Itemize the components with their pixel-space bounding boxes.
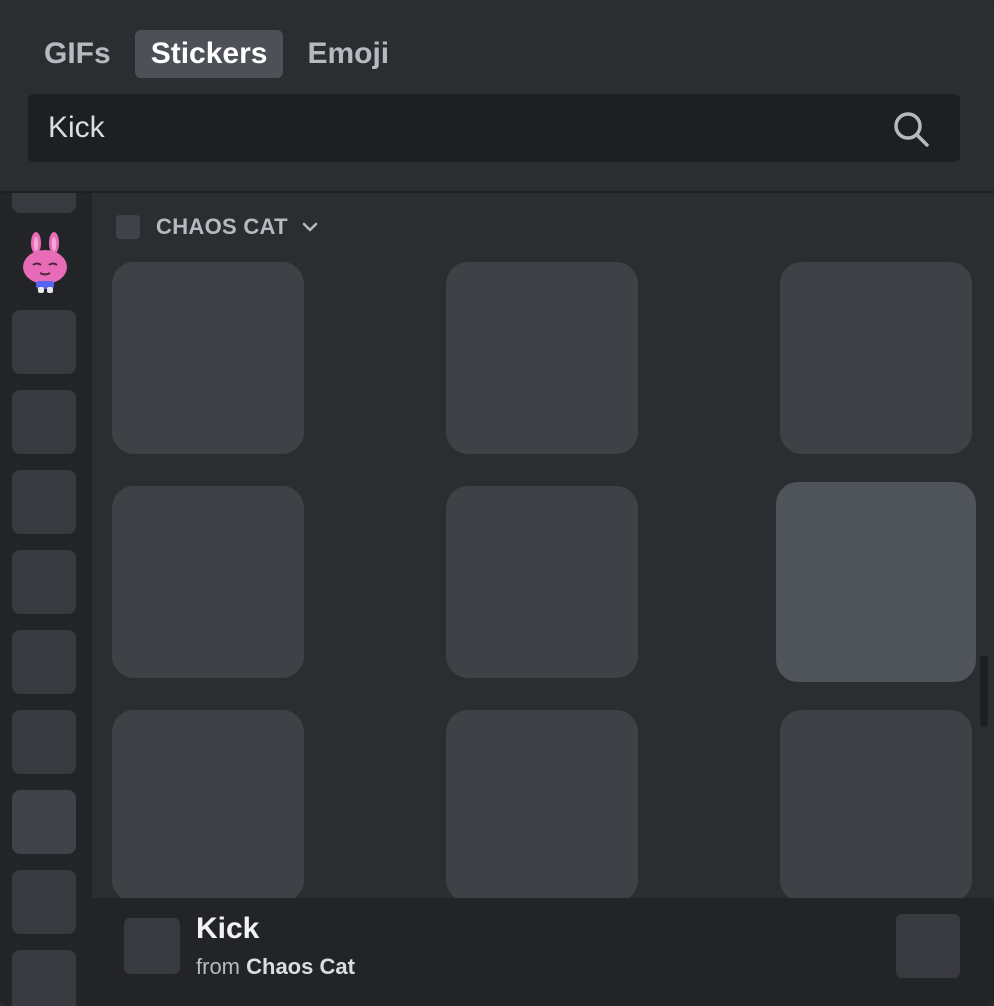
sticker-preview-footer: Kick from Chaos Cat xyxy=(92,898,994,1006)
sticker-grid-area: CHAOS CAT xyxy=(92,193,994,898)
sticker-tile[interactable] xyxy=(780,710,972,898)
sticker-tile[interactable] xyxy=(446,486,638,678)
bunny-pack-icon[interactable] xyxy=(18,231,74,295)
pack-action-button[interactable] xyxy=(896,914,960,978)
rail-pack-item[interactable] xyxy=(12,193,76,213)
scrollbar-thumb[interactable] xyxy=(980,655,988,727)
category-icon xyxy=(116,215,140,239)
rail-pack-item[interactable] xyxy=(12,870,76,934)
pack-name: Chaos Cat xyxy=(246,954,355,979)
sticker-source: from Chaos Cat xyxy=(196,954,355,980)
rail-pack-item-selected[interactable] xyxy=(12,790,76,854)
category-header[interactable]: CHAOS CAT xyxy=(116,214,320,239)
search-box xyxy=(28,94,960,162)
sticker-name: Kick xyxy=(196,912,260,945)
sticker-tile[interactable] xyxy=(112,486,304,678)
rail-pack-item[interactable] xyxy=(12,310,76,374)
rail-pack-item[interactable] xyxy=(12,630,76,694)
rail-pack-item[interactable] xyxy=(12,550,76,614)
sticker-tile-hovered[interactable] xyxy=(776,482,976,682)
tab-gifs[interactable]: GIFs xyxy=(28,30,127,78)
category-label: CHAOS CAT xyxy=(156,214,288,239)
sticker-preview-thumbnail xyxy=(124,918,180,974)
rail-pack-item[interactable] xyxy=(12,950,76,1006)
sticker-tile[interactable] xyxy=(780,262,972,454)
search-input[interactable] xyxy=(28,94,888,162)
picker-tabs: GIFs Stickers Emoji xyxy=(28,30,405,78)
search-icon[interactable] xyxy=(892,110,930,148)
tab-emoji[interactable]: Emoji xyxy=(291,30,405,78)
rail-pack-item[interactable] xyxy=(12,470,76,534)
sticker-tile[interactable] xyxy=(446,262,638,454)
sticker-tile[interactable] xyxy=(112,262,304,454)
sticker-pack-rail xyxy=(0,193,92,1006)
chevron-down-icon[interactable] xyxy=(300,217,320,237)
sticker-picker: GIFs Stickers Emoji Kick CHAOS CAT Kick … xyxy=(0,0,994,1006)
rail-pack-item[interactable] xyxy=(12,710,76,774)
from-prefix: from xyxy=(196,954,240,979)
sticker-tile[interactable] xyxy=(446,710,638,898)
tab-stickers[interactable]: Stickers xyxy=(134,30,284,78)
picker-header: GIFs Stickers Emoji xyxy=(0,0,994,193)
rail-pack-item[interactable] xyxy=(12,390,76,454)
sticker-tile[interactable] xyxy=(112,710,304,898)
